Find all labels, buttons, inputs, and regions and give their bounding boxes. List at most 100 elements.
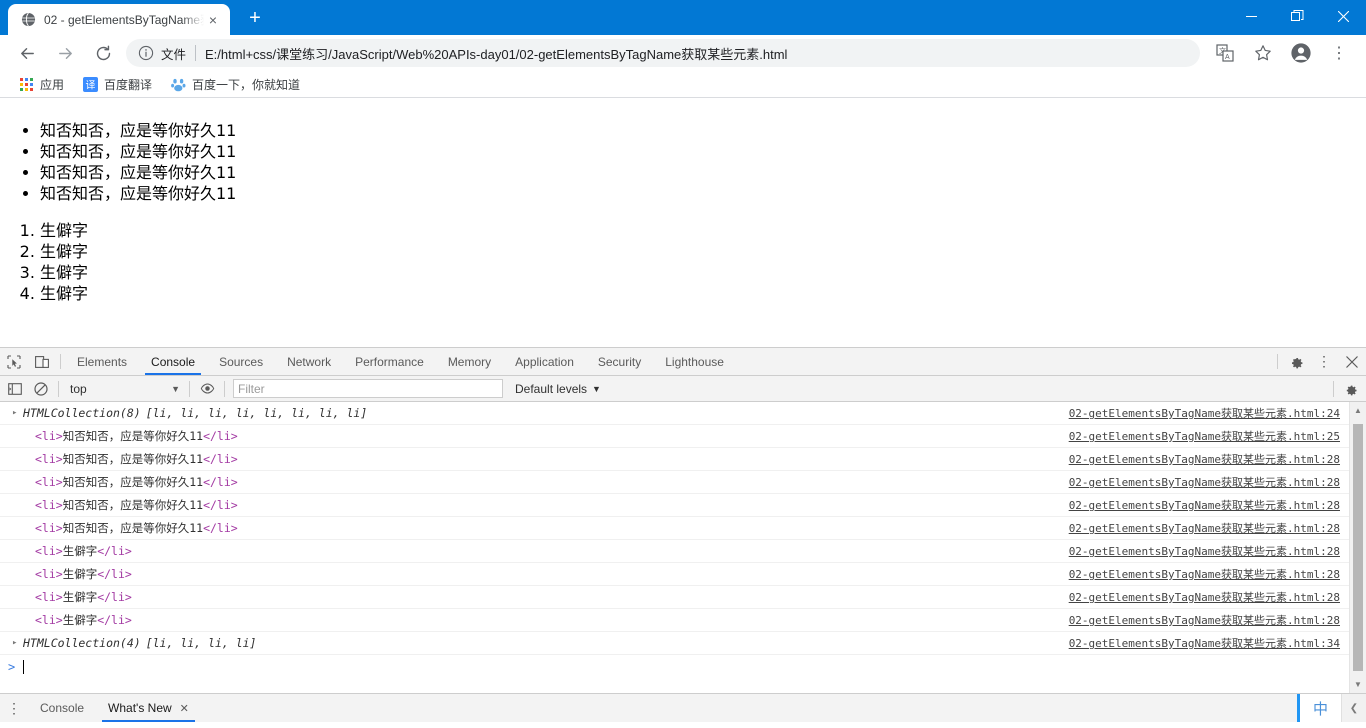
node-text: 生僻字 <box>62 613 98 627</box>
console-message-html[interactable]: <li> 生僻字 </li> 02-getElementsByTagName获取某些… <box>0 540 1366 563</box>
settings-gear-icon[interactable] <box>1282 348 1310 375</box>
tab-memory[interactable]: Memory <box>436 348 503 375</box>
drawer-tab-whats-new[interactable]: What's New ✕ <box>96 694 201 722</box>
browser-menu-icon[interactable]: ⋮ <box>1325 39 1353 67</box>
drawer-tab-console[interactable]: Console <box>28 694 96 722</box>
source-link[interactable]: 02-getElementsByTagName获取某些元素.html:25 <box>1069 428 1340 444</box>
address-bar[interactable]: 文件 E:/html+css/课堂练习/JavaScript/Web%20API… <box>126 39 1200 67</box>
source-link[interactable]: 02-getElementsByTagName获取某些元素.html:28 <box>1069 543 1340 559</box>
reload-icon[interactable] <box>89 39 117 67</box>
list-item: 知否知否，应是等你好久11 <box>40 162 1366 183</box>
source-link[interactable]: 02-getElementsByTagName获取某些元素.html:34 <box>1069 635 1340 651</box>
expand-arrow-icon[interactable]: ▸ <box>12 408 23 418</box>
source-link[interactable]: 02-getElementsByTagName获取某些元素.html:28 <box>1069 497 1340 513</box>
console-message-html[interactable]: <li> 生僻字 </li> 02-getElementsByTagName获取某些… <box>0 609 1366 632</box>
info-circle-icon[interactable] <box>138 45 154 61</box>
tab-console[interactable]: Console <box>139 348 207 375</box>
scrollbar-thumb[interactable] <box>1353 424 1363 671</box>
console-filter-input[interactable]: Filter <box>233 379 503 398</box>
console-scrollbar[interactable]: ▲ ▼ <box>1349 402 1366 693</box>
source-link[interactable]: 02-getElementsByTagName获取某些元素.html:28 <box>1069 451 1340 467</box>
clear-console-icon[interactable] <box>28 376 54 402</box>
browser-tab[interactable]: 02 - getElementsByTagName获取某些元素 × <box>8 4 230 35</box>
scroll-up-arrow-icon[interactable]: ▲ <box>1350 402 1366 419</box>
baidu-translate-icon: 译 <box>82 76 98 92</box>
console-settings-icon[interactable] <box>1338 376 1364 402</box>
console-message-html[interactable]: <li> 知否知否，应是等你好久11 </li> 02-getElementsByT… <box>0 494 1366 517</box>
console-message-object[interactable]: ▸ HTMLCollection(4) [li, li, li, li] 02-… <box>0 632 1366 655</box>
device-toolbar-icon[interactable] <box>28 348 56 375</box>
window-close-button[interactable] <box>1320 0 1366 32</box>
profile-avatar-icon[interactable] <box>1287 39 1315 67</box>
list-item: 生僻字 <box>40 220 1366 241</box>
devtools-tabbar-actions: ⋮ <box>1273 348 1366 375</box>
expand-arrow-icon[interactable]: ▸ <box>12 638 23 648</box>
globe-icon <box>20 12 36 28</box>
forward-icon[interactable] <box>51 39 79 67</box>
tag-open: <li> <box>35 544 63 558</box>
close-devtools-icon[interactable] <box>1338 348 1366 375</box>
bookmark-star-icon[interactable] <box>1249 39 1277 67</box>
tab-performance[interactable]: Performance <box>343 348 436 375</box>
window-minimize-button[interactable] <box>1228 0 1274 32</box>
ime-indicator[interactable]: 中 <box>1297 694 1341 722</box>
toolbar-right-actions: 文 A ⋮ <box>1206 39 1358 67</box>
bookmark-apps[interactable]: 应用 <box>10 73 72 95</box>
node-text: 生僻字 <box>62 567 98 581</box>
tab-lighthouse[interactable]: Lighthouse <box>653 348 736 375</box>
console-messages[interactable]: ▸ HTMLCollection(8) [li, li, li, li, li,… <box>0 402 1366 693</box>
tab-application[interactable]: Application <box>503 348 586 375</box>
console-prompt[interactable]: > <box>0 655 1366 679</box>
log-levels-dropdown[interactable]: Default levels ▼ <box>515 382 601 396</box>
console-filter-bar: top ▼ Filter Default levels ▼ <box>0 376 1366 402</box>
console-message-html[interactable]: <li> 知否知否，应是等你好久11 </li> 02-getElementsByT… <box>0 425 1366 448</box>
console-message-html[interactable]: <li> 知否知否，应是等你好久11 </li> 02-getElementsByT… <box>0 448 1366 471</box>
list-item: 生僻字 <box>40 262 1366 283</box>
toolbar-divider <box>1277 354 1278 369</box>
devtools-tabbar: Elements Console Sources Network Perform… <box>0 348 1366 376</box>
source-link[interactable]: 02-getElementsByTagName获取某些元素.html:28 <box>1069 589 1340 605</box>
drawer-menu-icon[interactable]: ⋮ <box>0 694 28 722</box>
window-maximize-button[interactable] <box>1274 0 1320 32</box>
tag-open: <li> <box>35 498 63 512</box>
back-icon[interactable] <box>13 39 41 67</box>
tab-close-icon[interactable]: × <box>204 11 222 29</box>
console-message-html[interactable]: <li> 生僻字 </li> 02-getElementsByTagName获取某些… <box>0 563 1366 586</box>
execution-context-select[interactable]: top ▼ <box>65 379 185 398</box>
source-link[interactable]: 02-getElementsByTagName获取某些元素.html:28 <box>1069 566 1340 582</box>
url-scheme-label: 文件 <box>161 47 187 62</box>
tab-network[interactable]: Network <box>275 348 343 375</box>
inspect-element-icon[interactable] <box>0 348 28 375</box>
console-sidebar-icon[interactable] <box>2 376 28 402</box>
tag-close: </li> <box>203 521 238 535</box>
source-link[interactable]: 02-getElementsByTagName获取某些元素.html:28 <box>1069 474 1340 490</box>
node-text: 生僻字 <box>62 590 98 604</box>
tag-close: </li> <box>203 429 238 443</box>
more-options-icon[interactable]: ⋮ <box>1310 348 1338 375</box>
console-message-html[interactable]: <li> 生僻字 </li> 02-getElementsByTagName获取某些… <box>0 586 1366 609</box>
tag-close: </li> <box>203 498 238 512</box>
tab-sources[interactable]: Sources <box>207 348 275 375</box>
bookmark-baidu-translate[interactable]: 译 百度翻译 <box>74 73 160 95</box>
live-expression-icon[interactable] <box>194 376 220 402</box>
source-link[interactable]: 02-getElementsByTagName获取某些元素.html:28 <box>1069 612 1340 628</box>
scroll-down-arrow-icon[interactable]: ▼ <box>1350 676 1366 693</box>
source-link[interactable]: 02-getElementsByTagName获取某些元素.html:24 <box>1069 405 1340 421</box>
console-message-html[interactable]: <li> 知否知否，应是等你好久11 </li> 02-getElementsByT… <box>0 471 1366 494</box>
drawer-tab-close-icon[interactable]: ✕ <box>180 702 189 715</box>
page-viewport: 知否知否，应是等你好久11 知否知否，应是等你好久11 知否知否，应是等你好久1… <box>0 98 1366 347</box>
node-text: 生僻字 <box>62 544 98 558</box>
tab-elements[interactable]: Elements <box>65 348 139 375</box>
console-message-html[interactable]: <li> 知否知否，应是等你好久11 </li> 02-getElementsByT… <box>0 517 1366 540</box>
tab-security[interactable]: Security <box>586 348 653 375</box>
tag-open: <li> <box>35 521 63 535</box>
object-items: [li, li, li, li] <box>145 636 257 650</box>
tag-close: </li> <box>97 613 132 627</box>
console-message-object[interactable]: ▸ HTMLCollection(8) [li, li, li, li, li,… <box>0 402 1366 425</box>
tag-open: <li> <box>35 590 63 604</box>
source-link[interactable]: 02-getElementsByTagName获取某些元素.html:28 <box>1069 520 1340 536</box>
new-tab-button[interactable]: + <box>240 3 270 33</box>
bookmark-baidu-search[interactable]: 百度一下，你就知道 <box>162 73 308 95</box>
ime-expand-icon[interactable]: ❮ <box>1341 694 1366 722</box>
translate-icon[interactable]: 文 A <box>1211 39 1239 67</box>
